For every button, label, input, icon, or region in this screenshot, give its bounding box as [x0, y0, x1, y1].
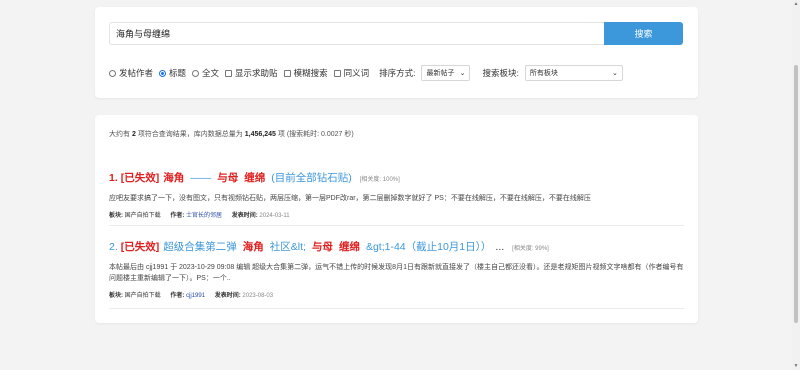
scroll-up-icon[interactable]: ▲	[792, 0, 800, 8]
summary-prefix: 大约有	[109, 131, 130, 138]
check-synonym-label: 同义词	[343, 68, 370, 78]
result-number: 1.	[109, 172, 118, 184]
result-title-part: ——	[190, 172, 212, 184]
search-panel: 搜索 发帖作者 标题 全文 显示求助贴 模糊搜索 同义词 排序方式: 最新帖子	[95, 7, 698, 98]
radio-author[interactable]	[109, 69, 116, 77]
radio-author-option[interactable]: 发帖作者	[109, 67, 153, 79]
check-fuzzy-label: 模糊搜索	[293, 68, 328, 78]
result-title-part: 缠绵	[244, 172, 266, 184]
radio-title[interactable]	[159, 69, 167, 77]
meta-date: 2024-03-11	[259, 213, 290, 219]
meta-author-key: 作者:	[170, 293, 185, 299]
checkbox-fuzzy[interactable]	[283, 69, 291, 77]
result-title-link[interactable]: 2. [已失效] 超级合集第二弹 海角 社区&lt; 与母 缠绵 &gt;1-4…	[109, 239, 684, 254]
radio-fulltext-option[interactable]: 全文	[192, 67, 219, 79]
chevron-down-icon: ⌄	[459, 70, 466, 77]
meta-date: 2023-08-03	[242, 293, 274, 299]
check-help-label: 显示求助贴	[235, 68, 278, 78]
result-title-part: 缠绵	[338, 241, 360, 253]
board-select[interactable]: 所有板块 ⌄	[524, 65, 623, 81]
sort-select-value: 最新帖子	[426, 70, 455, 77]
result-item: 1. [已失效] 海角 —— 与母 缠绵 (目前全部钻石贴) [相关度: 100…	[109, 170, 684, 219]
result-meta: 板块: 国产自拍下载 作者: cjj1991 发表时间: 2023-08-03	[109, 290, 684, 299]
meta-author-link[interactable]: cjj1991	[186, 293, 205, 299]
result-divider	[109, 225, 684, 226]
result-snippet: 应吧友要求搞了一下，没有图文，只有视频钻石贴，两层压缩，第一层PDF改rar，第…	[109, 195, 591, 202]
result-title-part: &gt;1-44（截止10月1日））	[365, 241, 492, 253]
result-title-part: ...	[495, 241, 505, 253]
search-options: 发帖作者 标题 全文 显示求助贴 模糊搜索 同义词 排序方式: 最新帖子 ⌄ 搜…	[109, 65, 623, 81]
meta-date-key: 发表时间:	[214, 293, 241, 299]
result-status-tag: [已失效]	[120, 172, 160, 184]
result-title-part: 海角	[242, 241, 264, 253]
results-panel: 大约有 2 项符合查询结果，库内数据总量为 1,456,245 项 (搜索耗时:…	[95, 115, 698, 323]
radio-author-label: 发帖作者	[119, 68, 154, 78]
result-item: 2. [已失效] 超级合集第二弹 海角 社区&lt; 与母 缠绵 &gt;1-4…	[109, 239, 684, 299]
scroll-down-icon[interactable]: ▼	[792, 362, 800, 370]
result-relevance: [相关度: 99%]	[512, 246, 549, 252]
meta-board-key: 板块:	[109, 293, 123, 299]
search-row: 搜索	[109, 22, 683, 45]
radio-fulltext-label: 全文	[202, 68, 220, 78]
checkbox-help[interactable]	[225, 69, 233, 77]
result-number: 2.	[109, 241, 118, 253]
result-meta: 板块: 国产自拍下载 作者: 士官长的邻居 发表时间: 2024-03-11	[109, 210, 684, 219]
result-status-tag: [已失效]	[120, 241, 160, 253]
meta-board[interactable]: 国产自拍下载	[125, 293, 161, 299]
summary-count: 2	[131, 131, 136, 138]
search-button[interactable]: 搜索	[604, 22, 683, 45]
meta-author-link[interactable]: 士官长的邻居	[186, 213, 222, 219]
board-label: 搜索板块:	[482, 68, 519, 78]
meta-board-key: 板块:	[109, 213, 123, 219]
result-snippet: 本帖最后由 cjj1991 于 2023-10-29 09:08 编辑 超级大合…	[109, 264, 684, 282]
radio-fulltext[interactable]	[192, 69, 200, 77]
radio-title-label: 标题	[169, 68, 187, 78]
check-synonym-option[interactable]: 同义词	[333, 67, 370, 79]
sort-label: 排序方式:	[379, 68, 416, 78]
search-input[interactable]	[109, 22, 604, 45]
summary-middle: 项符合查询结果，库内数据总量为	[137, 131, 243, 138]
meta-date-key: 发表时间:	[231, 213, 258, 219]
result-title-link[interactable]: 1. [已失效] 海角 —— 与母 缠绵 (目前全部钻石贴) [相关度: 100…	[109, 170, 684, 185]
radio-title-option[interactable]: 标题	[159, 67, 186, 79]
board-select-value: 所有板块	[529, 70, 558, 77]
summary-total: 1,456,245	[244, 131, 276, 138]
result-title-part: 超级合集第二弹	[163, 241, 237, 253]
result-title-part: 与母	[217, 172, 239, 184]
scrollbar-thumb[interactable]	[794, 65, 798, 323]
summary-suffix: 项 (搜索耗时: 0.0027 秒)	[277, 131, 354, 138]
meta-board[interactable]: 国产自拍下载	[125, 213, 161, 219]
result-divider	[109, 308, 684, 309]
chevron-down-icon: ⌄	[611, 70, 618, 77]
meta-author-key: 作者:	[170, 213, 185, 219]
check-fuzzy-option[interactable]: 模糊搜索	[283, 67, 328, 79]
result-title-part: 与母	[311, 241, 333, 253]
result-title-part: 社区&lt;	[269, 241, 306, 253]
results-summary: 大约有 2 项符合查询结果，库内数据总量为 1,456,245 项 (搜索耗时:…	[109, 129, 354, 139]
page-scrollbar[interactable]: ▲ ▼	[792, 0, 800, 370]
result-title-part: 海角	[163, 172, 185, 184]
sort-select[interactable]: 最新帖子 ⌄	[421, 65, 471, 81]
checkbox-synonym[interactable]	[333, 69, 341, 77]
result-relevance: [相关度: 100%]	[359, 177, 400, 183]
result-title-part: (目前全部钻石贴)	[271, 172, 352, 184]
check-help-option[interactable]: 显示求助贴	[225, 67, 278, 79]
